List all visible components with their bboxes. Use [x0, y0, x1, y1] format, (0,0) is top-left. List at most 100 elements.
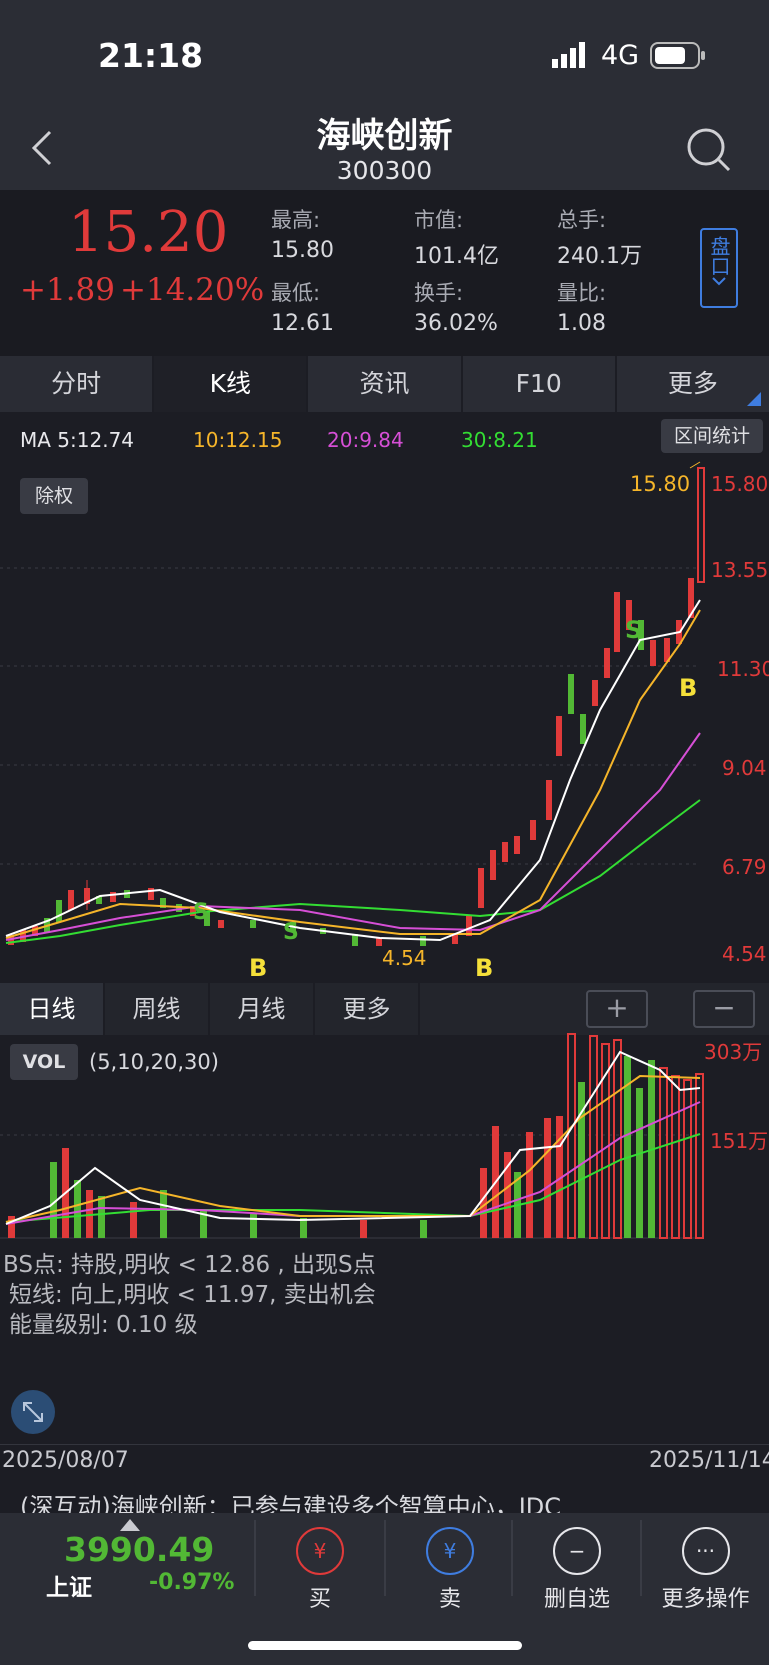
signal-icon [552, 42, 590, 68]
vol-bar [130, 1202, 137, 1238]
vol-bar [636, 1088, 643, 1238]
tab-timeshare[interactable]: 分时 [0, 356, 155, 412]
network-type: 4G [601, 40, 640, 71]
candle [376, 938, 382, 946]
candle [604, 648, 610, 678]
tab-f10[interactable]: F10 [463, 356, 617, 412]
vol-bar [589, 1035, 598, 1239]
pankou-button[interactable]: 盘口 [700, 228, 738, 308]
expand-icon[interactable] [11, 1390, 55, 1434]
vol-bar [160, 1190, 167, 1238]
stat-label-volratio: 量比: [557, 281, 607, 305]
tab-news[interactable]: 资讯 [308, 356, 463, 412]
ma10-line [5, 609, 701, 939]
zoom-in-button[interactable]: + [586, 990, 648, 1028]
ma20-line [5, 732, 701, 941]
sell-marker: S [193, 900, 209, 925]
stat-label-high: 最高: [271, 208, 321, 232]
sell-label: 卖 [438, 1587, 461, 1612]
stat-label-mktcap: 市值: [414, 208, 464, 232]
candles [8, 467, 705, 946]
sell-marker: S [625, 616, 643, 644]
price-change-pct: +14.20% [120, 272, 265, 308]
candle [530, 820, 536, 840]
stat-value-high: 15.80 [271, 238, 334, 263]
candle [56, 900, 62, 922]
corner-triangle-icon [747, 391, 761, 410]
chevron-down-icon [712, 277, 726, 286]
ma20-legend: 20:9.84 [327, 428, 404, 452]
price-axis-label: 15.80 [711, 472, 769, 496]
stat-label-turnover: 换手: [414, 281, 464, 305]
main-tabs: 分时 K线 资讯 F10 更多 [0, 356, 769, 412]
tab-kline[interactable]: K线 [154, 356, 309, 412]
more-actions-button[interactable]: ··· 更多操作 [642, 1513, 769, 1623]
vol-bar [671, 1075, 680, 1239]
kline-chart[interactable] [0, 460, 769, 980]
last-price: 15.20 [68, 200, 229, 265]
vol-bar [544, 1118, 551, 1238]
search-icon[interactable] [686, 127, 732, 177]
candle [420, 936, 426, 946]
candle [250, 920, 256, 928]
vol-bar [250, 1214, 257, 1238]
stock-code: 300300 [336, 156, 433, 185]
tab-monthly[interactable]: 月线 [210, 983, 315, 1035]
buy-button[interactable]: ¥ 买 [256, 1513, 384, 1623]
sell-button[interactable]: ¥ 卖 [386, 1513, 514, 1623]
vol-bar [300, 1218, 307, 1238]
minus-circle-icon: − [553, 1527, 601, 1575]
remove-watchlist-button[interactable]: − 删自选 [513, 1513, 641, 1623]
candle [546, 780, 552, 820]
vol-bar [567, 1033, 576, 1239]
vol-bar [420, 1220, 427, 1238]
cart-sell-icon: ¥ [426, 1527, 474, 1575]
candle [490, 850, 496, 880]
low-annotation: 4.54 [382, 946, 427, 970]
candle [650, 640, 656, 666]
candle [580, 714, 586, 744]
buy-marker: B [249, 954, 268, 982]
remove-watchlist-label: 删自选 [543, 1587, 610, 1612]
range-stats-button[interactable]: 区间统计 [661, 419, 763, 453]
ma10-legend: 10:12.15 [193, 428, 283, 452]
price-change: +1.89 [20, 272, 115, 308]
zoom-out-button[interactable]: − [693, 990, 755, 1028]
price-axis-label: 9.04 [722, 756, 767, 780]
home-indicator[interactable] [248, 1641, 522, 1650]
ma30-legend: 30:8.21 [461, 428, 538, 452]
news-ticker[interactable]: (深互动)海峡创新：已参与建设多个智算中心，IDC [20, 1490, 769, 1513]
buy-label: 买 [308, 1587, 331, 1612]
high-annotation: 15.80 [630, 472, 691, 496]
cart-buy-icon: ¥ [296, 1527, 344, 1575]
vol-ma20-line [5, 1101, 701, 1225]
end-date: 2025/11/14 [649, 1448, 769, 1473]
index-value[interactable]: 3990.49 [64, 1530, 214, 1569]
battery-icon [650, 42, 706, 74]
index-change: -0.97% [149, 1570, 235, 1595]
vol-ma5-line [5, 1050, 701, 1225]
shortterm-signal-text: 短线: 向上,明收 < 11.97, 卖出机会 [9, 1282, 376, 1308]
stat-value-mktcap: 101.4亿 [414, 244, 499, 269]
vol-bar [695, 1073, 704, 1239]
ma5-line [5, 599, 701, 942]
stat-label-volume: 总手: [557, 208, 607, 232]
price-axis-label: 11.30 [717, 657, 769, 681]
tab-period-more[interactable]: 更多 [315, 983, 420, 1035]
stat-label-low: 最低: [271, 281, 321, 305]
candle [568, 674, 574, 714]
ma5-legend: MA 5:12.74 [20, 428, 135, 452]
start-date: 2025/08/07 [2, 1448, 129, 1473]
stat-value-low: 12.61 [271, 311, 334, 336]
price-axis-label: 4.54 [722, 942, 767, 966]
sell-marker: S [283, 920, 299, 945]
tab-daily[interactable]: 日线 [0, 983, 105, 1035]
candle [218, 920, 224, 928]
tab-weekly[interactable]: 周线 [105, 983, 210, 1035]
index-name: 上证 [46, 1575, 92, 1601]
vol-bar [659, 1067, 668, 1239]
volume-chart[interactable] [0, 1030, 769, 1240]
buy-marker: B [679, 674, 698, 702]
energy-level-text: 能量级别: 0.10 级 [9, 1312, 198, 1338]
stat-value-volratio: 1.08 [557, 311, 606, 336]
